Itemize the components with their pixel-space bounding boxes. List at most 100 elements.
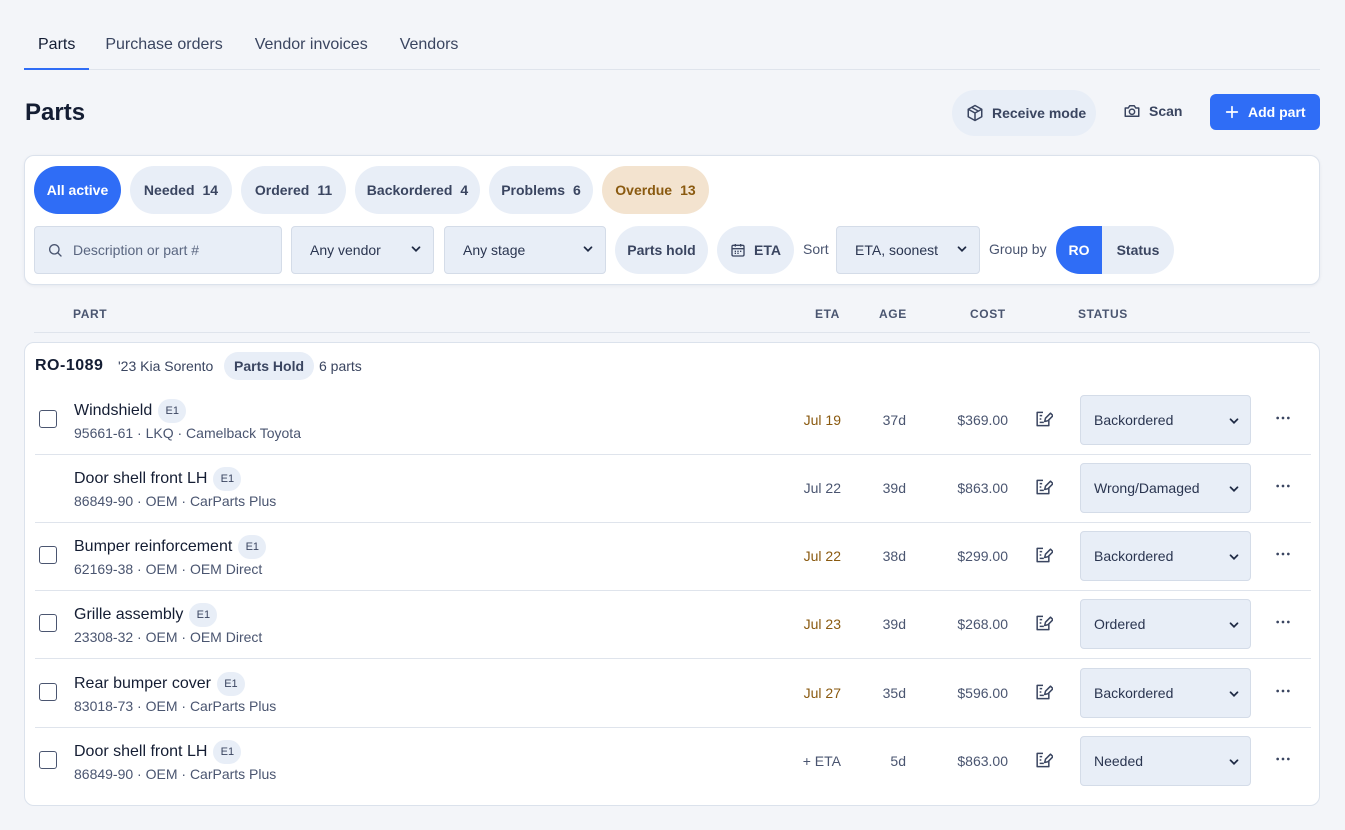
stage-select[interactable]: Any stage [444,226,606,274]
status-select[interactable]: Backordered [1080,395,1251,445]
row-checkbox[interactable] [39,410,57,428]
scan-button[interactable]: Scan [1123,93,1182,129]
row-checkbox[interactable] [39,751,57,769]
vendor-select-value: Any vendor [310,242,381,258]
chip-needed[interactable]: Needed 14 [130,166,232,214]
row-checkbox[interactable] [39,614,57,632]
edit-note-icon[interactable] [1033,750,1053,770]
column-header-status: STATUS [1078,307,1128,321]
parts-hold-toggle[interactable]: Parts hold [615,226,708,274]
column-header-part: PART [73,307,108,321]
plus-icon [1225,105,1239,119]
tab-vendor-invoices[interactable]: Vendor invoices [239,22,384,69]
column-header-cost: COST [970,307,1006,321]
edit-note-icon[interactable] [1033,477,1053,497]
cost-value: $863.00 [957,753,1008,769]
chip-problems[interactable]: Problems 6 [489,166,593,214]
estimate-tag: E1 [216,672,245,696]
status-select[interactable]: Backordered [1080,531,1251,581]
scan-label: Scan [1149,103,1183,119]
part-name-text: Bumper reinforcement [74,538,233,556]
chip-label: Problems [501,182,565,198]
tab-parts[interactable]: Parts [24,22,90,70]
add-part-button[interactable]: Add part [1210,94,1320,130]
row-checkbox[interactable] [39,546,57,564]
part-name: Door shell front LH E1 [74,467,242,491]
part-details: 62169-38 · OEM · OEM Direct [74,561,263,577]
chip-all-active[interactable]: All active [34,166,121,214]
group-by-toggle: RO Status [1056,226,1174,274]
more-options-icon[interactable] [1275,751,1291,767]
parts-hold-label: Parts hold [627,242,696,258]
filter-panel: All active Needed 14 Ordered 11 Backorde… [24,155,1320,285]
sort-select[interactable]: ETA, soonest [836,226,980,274]
eta-value: Jul 22 [803,480,841,496]
ro-number[interactable]: RO-1089 [35,357,103,375]
chip-count: 13 [680,182,696,198]
group-by-status[interactable]: Status [1102,226,1174,274]
more-options-icon[interactable] [1275,546,1291,562]
cost-value: $863.00 [957,480,1008,496]
package-icon [967,104,983,122]
add-eta-link[interactable]: + ETA [803,753,841,769]
vendor-select[interactable]: Any vendor [291,226,434,274]
edit-note-icon[interactable] [1033,409,1053,429]
sort-label: Sort [803,241,829,257]
age-value: 38d [882,548,906,564]
eta-filter-button[interactable]: ETA [717,226,794,274]
eta-value: Jul 22 [803,548,841,564]
sort-select-value: ETA, soonest [855,242,939,258]
vehicle-label: '23 Kia Sorento [118,358,214,374]
status-select[interactable]: Ordered [1080,599,1251,649]
edit-note-icon[interactable] [1033,682,1053,702]
tab-purchase-orders[interactable]: Purchase orders [89,22,238,69]
table-row: Door shell front LH E1 86849-90 · OEM · C… [35,455,1311,523]
chip-count: 14 [202,182,219,198]
chip-backordered[interactable]: Backordered 4 [355,166,480,214]
edit-note-icon[interactable] [1033,545,1053,565]
table-row: Grille assembly E1 23308-32 · OEM · OEM D… [35,591,1311,659]
estimate-tag: E1 [158,399,187,423]
more-options-icon[interactable] [1275,614,1291,630]
chip-label: Overdue [615,182,673,198]
part-name-text: Door shell front LH [74,470,208,488]
chip-overdue[interactable]: Overdue 13 [602,166,709,214]
group-by-ro[interactable]: RO [1056,226,1102,274]
chip-ordered[interactable]: Ordered 11 [241,166,346,214]
chevron-down-icon [583,246,593,252]
chip-count: 4 [460,182,469,198]
part-name: Door shell front LH E1 [74,740,242,764]
column-header-age: AGE [879,307,907,321]
status-select-value: Wrong/Damaged [1094,480,1200,496]
more-options-icon[interactable] [1275,410,1291,426]
part-details: 86849-90 · OEM · CarParts Plus [74,766,277,782]
row-checkbox[interactable] [39,683,57,701]
chevron-down-icon [957,246,967,252]
table-row: Windshield E1 95661-61 · LKQ · Camelback … [35,387,1311,455]
part-name-text: Windshield [74,402,153,420]
status-select-value: Backordered [1094,685,1174,701]
status-select[interactable]: Backordered [1080,668,1251,718]
status-select[interactable]: Wrong/Damaged [1080,463,1251,513]
group-by-label: Group by [989,241,1047,257]
receive-mode-button[interactable]: Receive mode [952,90,1096,136]
search-input[interactable]: Description or part # [34,226,282,274]
cost-value: $268.00 [957,616,1008,632]
estimate-tag: E1 [213,467,242,491]
more-options-icon[interactable] [1275,478,1291,494]
estimate-tag: E1 [213,740,242,764]
status-select[interactable]: Needed [1080,736,1251,786]
part-name-text: Grille assembly [74,606,184,624]
age-value: 35d [882,685,906,701]
chevron-down-icon [411,246,421,252]
status-select-value: Backordered [1094,412,1174,428]
chevron-down-icon [1229,691,1239,697]
part-details: 86849-90 · OEM · CarParts Plus [74,493,277,509]
age-value: 39d [882,480,906,496]
estimate-tag: E1 [189,603,218,627]
status-select-value: Needed [1094,753,1144,769]
tab-vendors[interactable]: Vendors [384,22,475,69]
chip-count: 6 [573,182,581,198]
edit-note-icon[interactable] [1033,613,1053,633]
more-options-icon[interactable] [1275,683,1291,699]
